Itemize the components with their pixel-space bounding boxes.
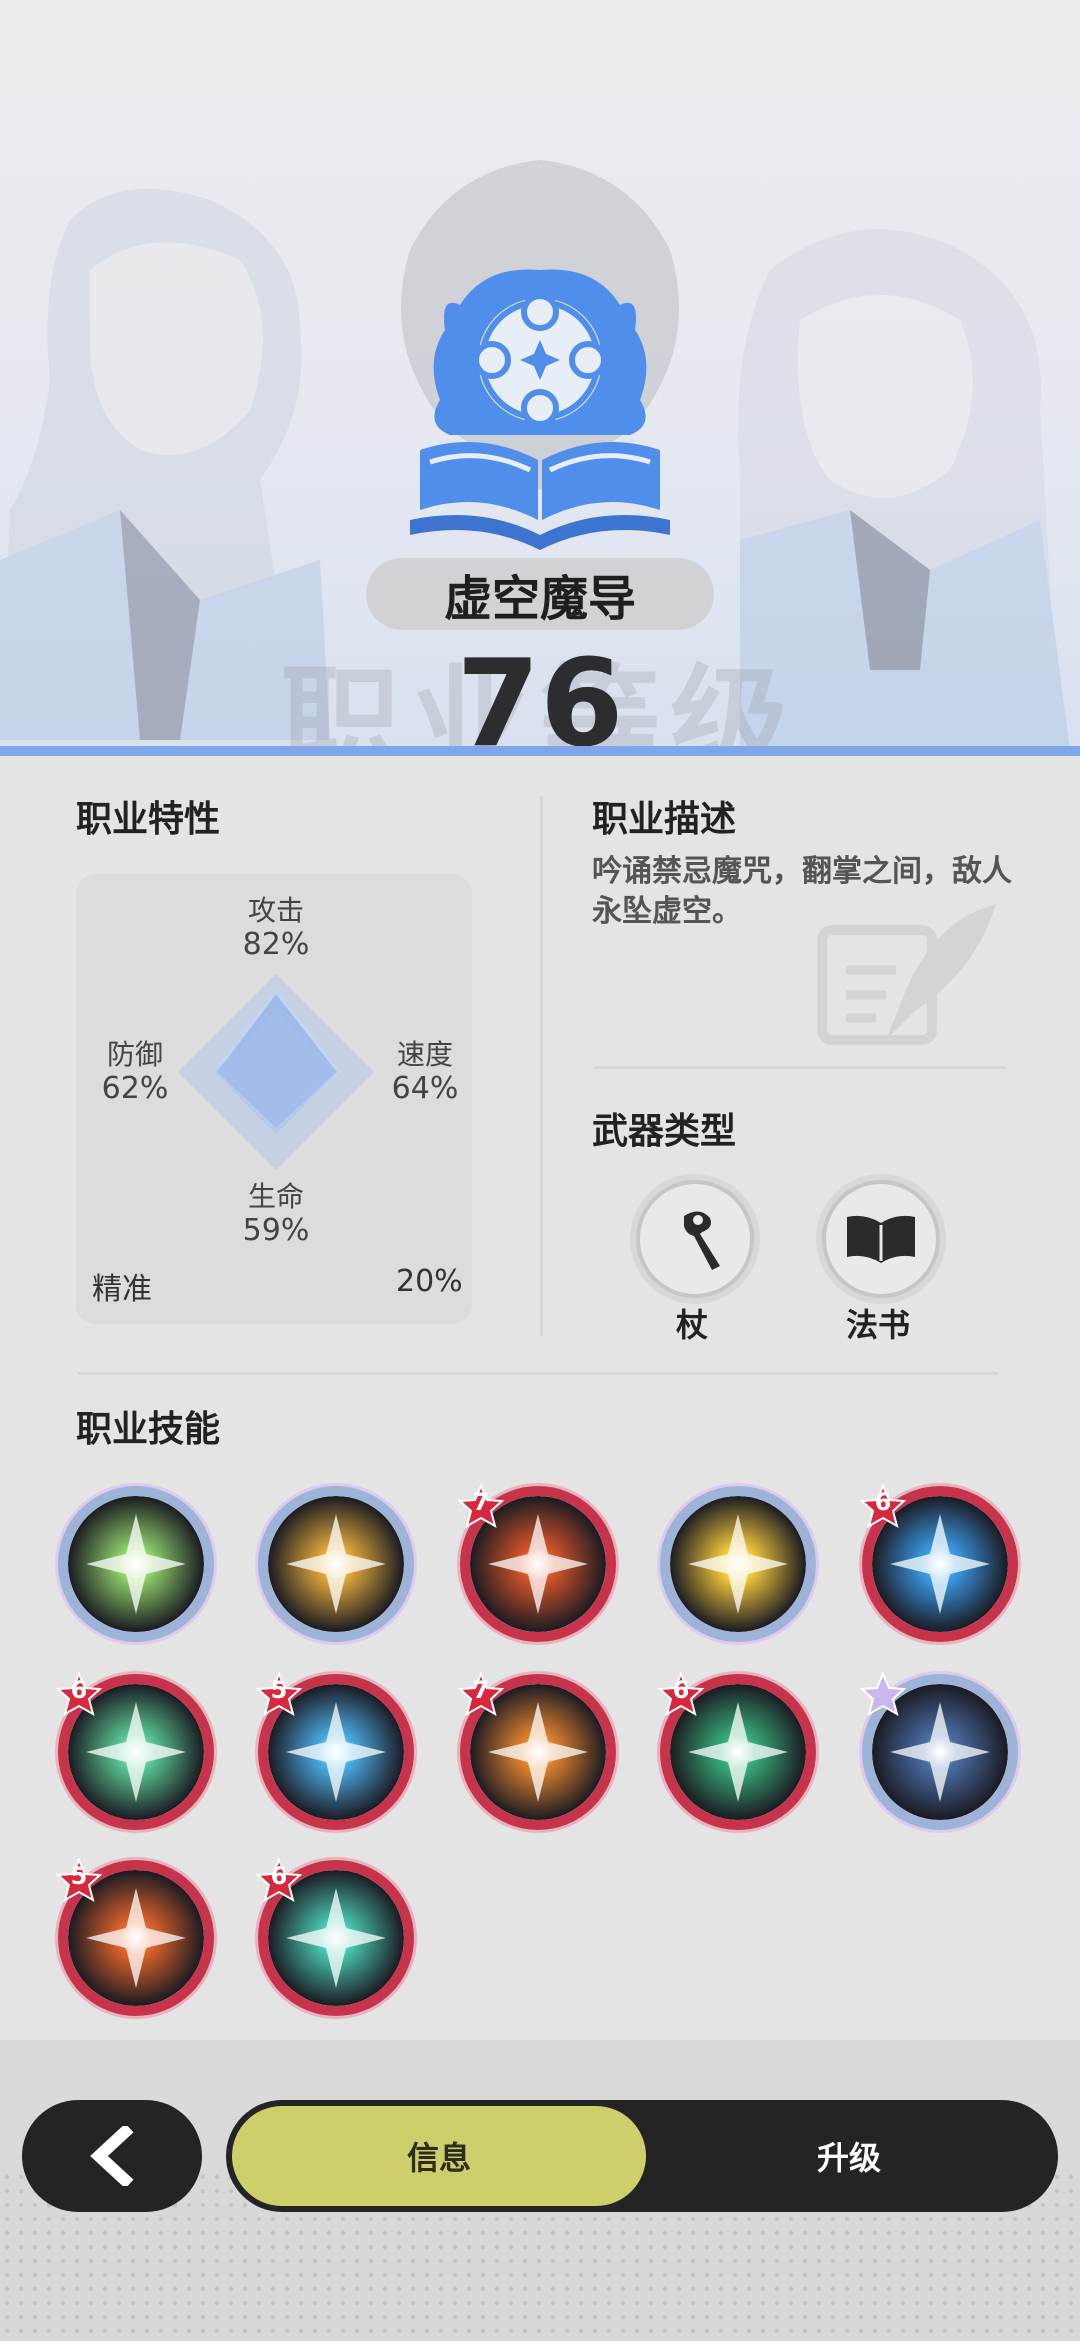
speed-value: 64% [391,1071,459,1106]
skill-level-text: 7 [472,1676,490,1704]
void-mage-emblem [410,269,670,550]
skill-icon-frame [670,1496,806,1632]
golden-halo-icon [268,1496,404,1632]
skills-title: 职业技能 [76,1409,221,1450]
description-title: 职业描述 [592,799,737,840]
header-accent-bar [0,746,1080,756]
weapon-staff-label: 杖 [675,1306,708,1344]
skill-1[interactable] [58,1486,214,1642]
skill-8[interactable]: 7 [458,1672,616,1830]
precision-value: 20% [396,1264,463,1299]
skill-level-text: 6 [672,1676,690,1704]
skill-level-badge: 6 [658,1672,704,1718]
skill-icon-frame [68,1496,204,1632]
golden-star-icon [670,1496,806,1632]
skill-11[interactable]: 5 [56,1858,214,2016]
skill-level-badge: 6 [256,1858,302,1904]
back-button[interactable] [22,2100,202,2212]
skill-level-text: 6 [70,1676,88,1704]
class-level: 76 [456,635,624,748]
skill-icon-frame [268,1496,404,1632]
attack-value: 82% [242,927,310,962]
skill-level-badge: 5 [256,1672,302,1718]
skill-10[interactable] [860,1672,1018,1830]
section-divider [540,796,543,1336]
class-header: 职业等级 虚空魔导 76 [0,0,1080,748]
precision-label: 精准 [92,1272,152,1307]
skill-level-text: 6 [874,1488,892,1516]
stat-radar [178,974,374,1170]
defense-label: 防御 [106,1038,163,1071]
skill-star-badge [860,1672,906,1718]
skill-9[interactable]: 6 [658,1672,816,1830]
skill-level-badge: 5 [56,1858,102,1904]
speed-stat: 速度 64% [370,1038,480,1106]
chevron-left-icon [90,2126,134,2186]
skill-level-badge: 7 [458,1484,504,1530]
spellbook-icon [847,1215,915,1263]
green-burst-icon [68,1496,204,1632]
weapon-spellbook[interactable] [822,1180,940,1298]
skill-level-text: 7 [472,1488,490,1516]
health-stat: 生命 59% [216,1180,336,1248]
class-name: 虚空魔导 [366,558,714,630]
health-label: 生命 [247,1180,304,1213]
staff-icon [684,1211,720,1270]
tab-bar: 信息 升级 [226,2100,1058,2212]
star-icon [860,1672,906,1717]
attack-label: 攻击 [247,894,304,927]
skill-3[interactable]: 7 [458,1484,616,1642]
skill-4[interactable] [660,1486,816,1642]
skill-level-badge: 6 [56,1672,102,1718]
skill-5[interactable]: 6 [860,1484,1018,1642]
skill-level-badge: 7 [458,1672,504,1718]
tab-upgrade[interactable]: 升级 [646,2106,1052,2206]
weapons-title: 武器类型 [592,1111,737,1152]
speed-label: 速度 [396,1038,453,1071]
attack-stat: 攻击 82% [216,894,336,962]
skill-2[interactable] [258,1486,414,1642]
skills-divider [78,1372,998,1375]
description-text: 吟诵禁忌魔咒，翻掌之间，敌人永坠虚空。 [592,854,1012,929]
skill-6[interactable]: 6 [56,1672,214,1830]
weapon-staff[interactable] [636,1180,754,1298]
skill-level-text: 5 [270,1676,288,1704]
description-divider [594,1066,1006,1069]
health-value: 59% [242,1213,310,1248]
skill-level-text: 5 [70,1862,88,1890]
tab-info[interactable]: 信息 [232,2106,646,2206]
skill-12[interactable]: 6 [256,1858,414,2016]
traits-title: 职业特性 [76,799,221,840]
skill-7[interactable]: 5 [256,1672,414,1830]
skill-level-text: 6 [270,1862,288,1890]
weapon-spellbook-label: 法书 [845,1306,910,1344]
skill-level-badge: 6 [860,1484,906,1530]
traits-panel: 攻击 82% 防御 62% 速度 64% 生命 59% 精准 20% [76,874,472,1324]
